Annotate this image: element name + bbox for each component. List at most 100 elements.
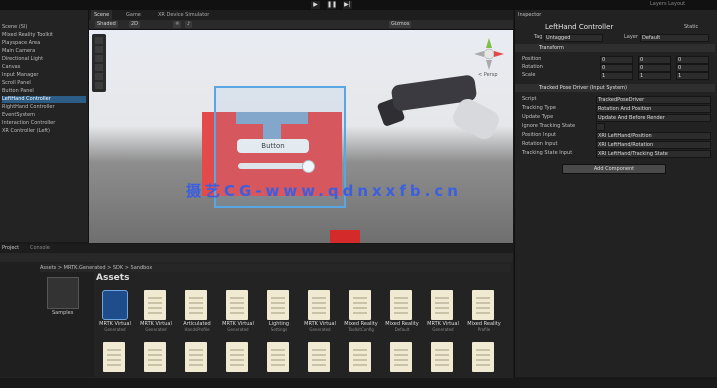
asset-item[interactable]: Mixed Reality Default xyxy=(383,290,421,336)
hand-tool-icon[interactable] xyxy=(95,37,103,44)
tag-dropdown[interactable]: Untagged xyxy=(544,34,603,42)
transform-z-field[interactable]: 1 xyxy=(676,72,709,80)
asset-item[interactable] xyxy=(137,342,175,388)
component-title: Tracked Pose Driver (Input System) xyxy=(539,85,627,91)
tab-console[interactable]: Console xyxy=(30,245,50,251)
component-row-field[interactable] xyxy=(596,123,605,131)
component-row-label: Update Type xyxy=(522,114,554,120)
transform-y-field[interactable]: 0 xyxy=(638,56,671,64)
hierarchy-item[interactable]: EventSystem xyxy=(2,112,35,119)
asset-item[interactable]: MRTK Virtual Generated xyxy=(96,290,134,336)
asset-item[interactable] xyxy=(465,342,503,388)
transform-x-field[interactable]: 1 xyxy=(600,72,633,80)
asset-item[interactable]: Mixed Reality Profile xyxy=(465,290,503,336)
hierarchy-item[interactable]: RightHand Controller xyxy=(2,104,55,111)
asset-file-icon xyxy=(308,290,330,320)
mrtk-logo-icon xyxy=(102,290,128,320)
hierarchy-item[interactable]: Input Manager xyxy=(2,72,38,79)
layer-dropdown[interactable]: Default xyxy=(640,34,709,42)
asset-item[interactable]: Mixed Reality ToolkitConfig xyxy=(342,290,380,336)
asset-item[interactable] xyxy=(301,342,339,388)
pause-button[interactable]: ❚❚ xyxy=(327,1,337,9)
asset-item[interactable]: Articulated HandsProfile xyxy=(178,290,216,336)
transform-y-field[interactable]: 1 xyxy=(638,72,671,80)
transform-header[interactable]: Transform xyxy=(515,44,715,52)
component-row-field[interactable]: Update And Before Render xyxy=(596,114,711,122)
tab-game[interactable]: Game xyxy=(123,10,144,20)
hierarchy-item[interactable]: Directional Light xyxy=(2,56,43,63)
component-header[interactable]: Tracked Pose Driver (Input System) xyxy=(515,84,715,92)
transform-y-field[interactable]: 0 xyxy=(638,64,671,72)
hierarchy-item[interactable]: Playspace Area xyxy=(2,40,40,47)
component-row-field[interactable]: Rotation And Position xyxy=(596,105,711,113)
asset-sublabel: Generated xyxy=(432,327,454,332)
add-component-button[interactable]: Add Component xyxy=(562,164,666,174)
tab-xr-simulator[interactable]: XR Device Simulator xyxy=(155,10,212,20)
breadcrumb[interactable]: Assets > MRTK.Generated > SDK > Sandbox xyxy=(40,264,510,272)
hierarchy-item[interactable]: Canvas xyxy=(2,64,20,71)
step-button[interactable]: ▶| xyxy=(343,1,352,9)
hierarchy-item[interactable]: Interaction Controller xyxy=(2,120,55,127)
audio-toggle[interactable]: ♪ xyxy=(185,21,193,28)
package-label: Samples xyxy=(52,310,74,316)
hierarchy-item[interactable]: Scene (Sl) xyxy=(2,24,27,31)
asset-item[interactable]: Lighting Settings xyxy=(260,290,298,336)
transform-row-label: Rotation xyxy=(522,64,543,70)
tab-inspector[interactable]: Inspector xyxy=(518,12,541,19)
asset-file-icon xyxy=(390,342,412,372)
asset-item[interactable] xyxy=(424,342,462,388)
move-tool-icon[interactable] xyxy=(95,46,103,53)
scale-tool-icon[interactable] xyxy=(95,64,103,71)
transform-tool-icon[interactable] xyxy=(95,82,103,89)
hierarchy-item[interactable]: LeftHand Controller xyxy=(2,96,86,103)
shading-dropdown[interactable]: Shaded xyxy=(95,21,118,28)
tab-scene[interactable]: Scene xyxy=(91,10,113,20)
hierarchy-item[interactable]: Scroll Panel xyxy=(2,80,31,87)
asset-item[interactable]: MRTK Virtual Generated xyxy=(424,290,462,336)
asset-item[interactable] xyxy=(219,342,257,388)
asset-item[interactable] xyxy=(260,342,298,388)
transform-x-field[interactable]: 0 xyxy=(600,56,633,64)
component-row-field[interactable]: XRI LeftHand/Tracking State xyxy=(596,150,711,158)
toggle-2d-button[interactable]: 2D xyxy=(129,21,141,28)
transform-x-field[interactable]: 0 xyxy=(600,64,633,72)
gizmos-dropdown[interactable]: Gizmos xyxy=(389,21,412,28)
static-toggle[interactable]: Static xyxy=(684,24,698,31)
component-row-field[interactable]: XRI LeftHand/Position xyxy=(596,132,711,140)
transform-z-field[interactable]: 0 xyxy=(676,56,709,64)
layers-layout[interactable]: Layers Layout xyxy=(650,1,685,7)
lighting-toggle[interactable]: ☼ xyxy=(173,21,182,28)
asset-item[interactable] xyxy=(383,342,421,388)
scene-tabs: Scene Game XR Device Simulator xyxy=(89,10,513,20)
asset-item[interactable] xyxy=(342,342,380,388)
play-button[interactable]: ▶ xyxy=(311,1,320,9)
hierarchy-item[interactable]: Mixed Reality Toolkit xyxy=(2,32,53,39)
orientation-gizmo-icon[interactable] xyxy=(472,36,506,76)
tab-project[interactable]: Project xyxy=(2,245,19,251)
transform-z-field[interactable]: 0 xyxy=(676,64,709,72)
asset-item[interactable]: MRTK Virtual Generated xyxy=(301,290,339,336)
asset-item[interactable]: MRTK Virtual Generated xyxy=(137,290,175,336)
package-icon[interactable] xyxy=(47,277,79,309)
object-name-field[interactable]: LeftHand Controller xyxy=(545,23,613,31)
asset-sublabel: Default xyxy=(394,327,410,332)
asset-file-icon xyxy=(267,290,289,320)
component-row-field[interactable]: XRI LeftHand/Rotation xyxy=(596,141,711,149)
hierarchy-item[interactable]: Button Panel xyxy=(2,88,34,95)
asset-item[interactable] xyxy=(96,342,134,388)
red-cube[interactable] xyxy=(330,230,360,243)
hierarchy-item[interactable]: Main Camera xyxy=(2,48,35,55)
asset-item[interactable]: MRTK Virtual Generated xyxy=(219,290,257,336)
asset-sublabel: ToolkitConfig xyxy=(348,327,374,332)
rect-tool-icon[interactable] xyxy=(95,73,103,80)
asset-file-icon xyxy=(144,290,166,320)
component-row-field[interactable]: TrackedPoseDriver xyxy=(596,96,711,104)
rotate-tool-icon[interactable] xyxy=(95,55,103,62)
asset-item[interactable] xyxy=(178,342,216,388)
asset-sublabel: Settings xyxy=(270,327,288,332)
asset-file-icon xyxy=(226,342,248,372)
watermark-text: 摄艺CG-www.qdnxxfb.cn xyxy=(186,182,462,200)
component-row-label: Tracking State Input xyxy=(522,150,573,156)
persp-label[interactable]: < Persp xyxy=(478,72,498,78)
hierarchy-item[interactable]: XR Controller (Left) xyxy=(2,128,50,135)
